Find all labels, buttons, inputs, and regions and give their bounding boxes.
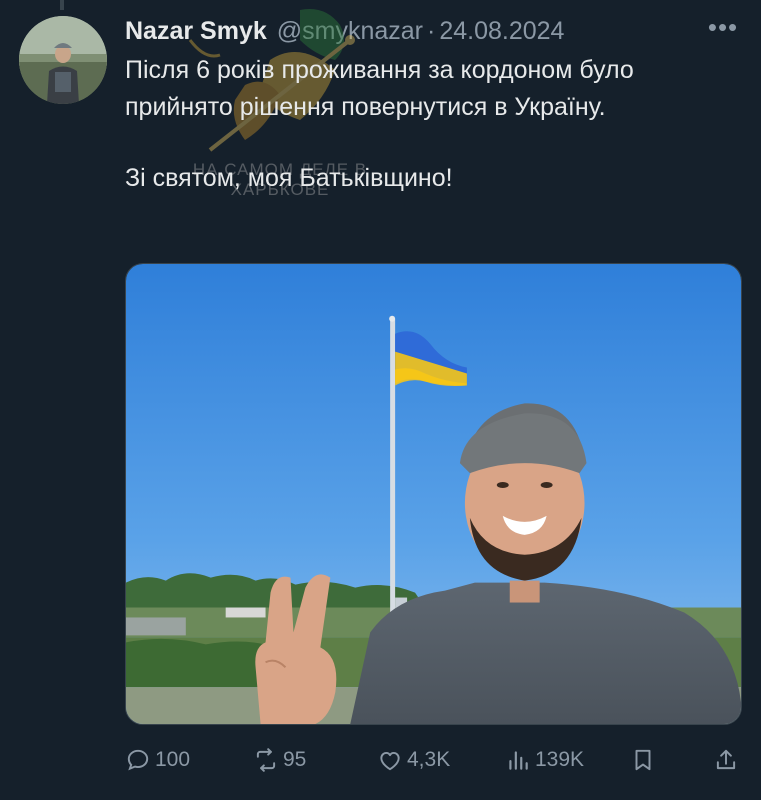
- share-button[interactable]: [713, 742, 739, 778]
- tweet-photo[interactable]: [125, 263, 742, 725]
- like-button[interactable]: 4,3K: [377, 742, 450, 778]
- tweet[interactable]: Nazar Smyk @smyknazar · 24.08.2024 ••• Н…: [0, 0, 761, 800]
- ukraine-flag-emoji-icon: [459, 164, 493, 188]
- tweet-header: Nazar Smyk @smyknazar · 24.08.2024: [125, 14, 741, 48]
- repost-count: 95: [283, 748, 307, 771]
- author-name[interactable]: Nazar Smyk: [125, 17, 267, 46]
- repost-icon: [256, 748, 276, 772]
- bookmark-button[interactable]: [630, 742, 656, 778]
- tweet-paragraph-2-text: Зі святом, моя Батьківщино!: [125, 164, 453, 192]
- repost-button[interactable]: 95: [253, 742, 306, 778]
- thread-connector: [60, 0, 64, 10]
- views-count: 139K: [535, 748, 585, 771]
- separator-dot: ·: [427, 16, 436, 45]
- tweet-actions: 100 95 4,3K 139K: [125, 742, 742, 778]
- reply-button[interactable]: 100: [125, 742, 190, 778]
- author-handle[interactable]: @smyknazar: [277, 17, 423, 46]
- tweet-text: Після 6 років проживання за кордоном бул…: [125, 52, 725, 197]
- like-count: 4,3K: [407, 748, 451, 771]
- tweet-date[interactable]: 24.08.2024: [439, 17, 564, 46]
- reply-count: 100: [155, 748, 191, 771]
- tweet-paragraph-2: Зі святом, моя Батьківщино!: [125, 160, 725, 197]
- avatar-photo: [19, 16, 107, 104]
- reply-icon: [127, 749, 149, 771]
- bookmark-icon: [635, 749, 651, 771]
- share-icon: [716, 749, 736, 770]
- tweet-paragraph-1: Після 6 років проживання за кордоном бул…: [125, 56, 634, 121]
- more-options-button[interactable]: •••: [705, 14, 741, 44]
- views-button[interactable]: 139K: [505, 742, 584, 778]
- photo-selfie-with-flag: [126, 264, 741, 724]
- avatar[interactable]: [19, 16, 107, 104]
- heart-icon: [380, 751, 400, 771]
- views-chart-icon: [509, 751, 528, 770]
